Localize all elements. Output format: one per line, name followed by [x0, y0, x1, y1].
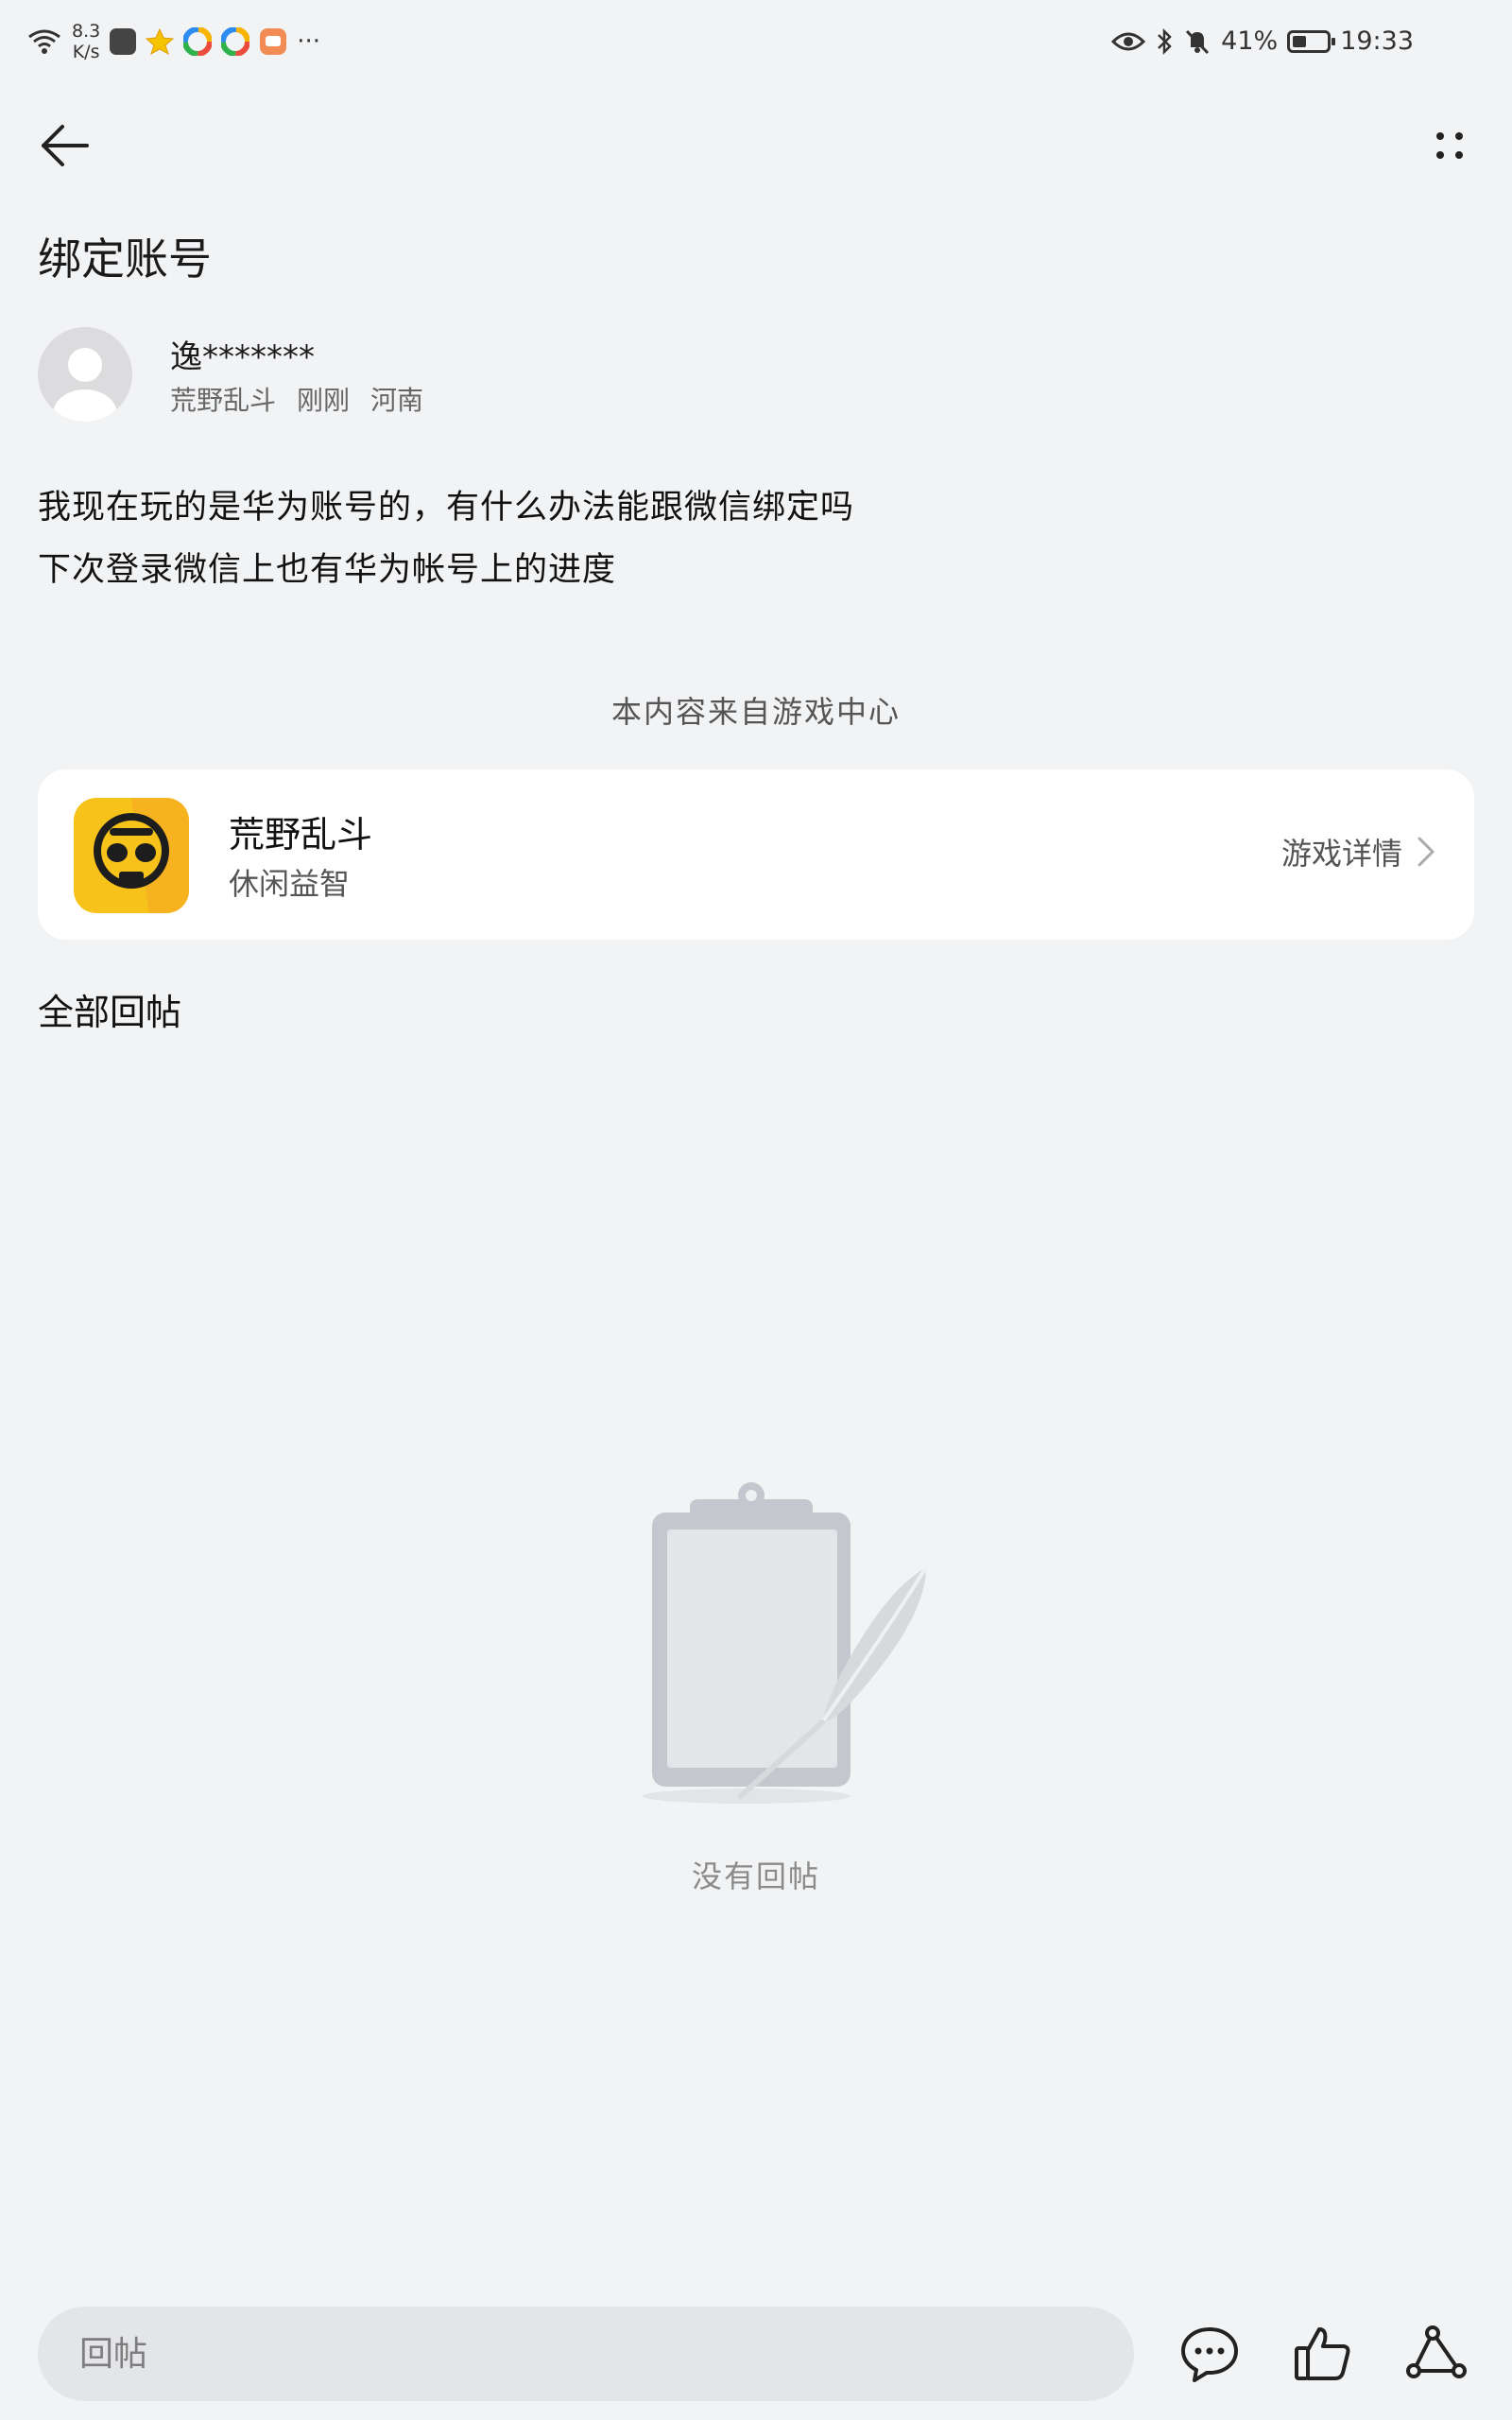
- four-dots-icon: [1436, 132, 1463, 159]
- source-note: 本内容来自游戏中心: [610, 694, 901, 730]
- network-speed: 8.3 K/s: [72, 21, 100, 62]
- share-icon: [1406, 2325, 1467, 2378]
- color-wheel-app-icon-2: [221, 27, 250, 56]
- network-speed-unit: K/s: [72, 42, 100, 62]
- status-right: 41% 19:33: [1111, 26, 1414, 56]
- user-silhouette-icon: [53, 348, 117, 422]
- color-wheel-app-icon: [183, 27, 213, 56]
- wifi-icon: [28, 29, 60, 54]
- top-nav: [0, 104, 1512, 180]
- battery-fill: [1293, 35, 1307, 47]
- bluetooth-icon: [1158, 27, 1172, 55]
- more-notifications: ···: [297, 27, 321, 56]
- reply-input[interactable]: [38, 2307, 1134, 2401]
- battery-icon: [1287, 29, 1336, 53]
- like-button[interactable]: [1291, 2322, 1355, 2386]
- star-app-icon: [146, 27, 175, 56]
- clipboard-quill-icon: [643, 1482, 928, 1804]
- arrow-left-icon: [42, 125, 89, 166]
- message-app-icon: [260, 28, 287, 55]
- game-detail-label: 游戏详情: [1280, 836, 1402, 872]
- meta-location: 河南: [370, 385, 424, 416]
- game-detail-link[interactable]: 游戏详情: [1281, 830, 1436, 873]
- status-time: 19:33: [1340, 26, 1414, 56]
- thumbs-up-icon: [1295, 2327, 1350, 2380]
- bell-muted-icon: [1186, 29, 1210, 54]
- replies-section-title: 全部回帖: [38, 992, 182, 1033]
- author-row: 逸******* 荒野乱斗 刚刚 河南: [38, 327, 888, 422]
- post-body-line: 下次登录微信上也有华为帐号上的进度: [38, 551, 617, 589]
- status-bar: 8.3 K/s ··· 41% 19:33: [0, 0, 1512, 85]
- network-speed-value: 8.3: [72, 21, 101, 42]
- back-button[interactable]: [34, 115, 94, 176]
- skull-game-logo-icon: [74, 798, 189, 913]
- game-genre: 休闲益智: [229, 866, 351, 902]
- status-left: 8.3 K/s ···: [26, 21, 320, 62]
- game-name: 荒野乱斗: [229, 814, 373, 856]
- battery-percent: 41%: [1221, 26, 1279, 56]
- game-icon: [74, 798, 189, 913]
- share-button[interactable]: [1404, 2322, 1469, 2386]
- post-title: 绑定账号: [38, 233, 212, 285]
- comment-button[interactable]: [1177, 2322, 1242, 2386]
- meta-game: 荒野乱斗: [170, 385, 277, 416]
- post-body: 我现在玩的是华为账号的，有什么办法能跟微信绑定吗 下次登录微信上也有华为帐号上的…: [38, 476, 1455, 601]
- comment-icon: [1181, 2327, 1238, 2382]
- author-meta: 荒野乱斗 刚刚 河南: [170, 380, 423, 418]
- avatar[interactable]: [38, 327, 132, 422]
- chevron-right-icon: [1418, 837, 1435, 867]
- bottom-bar: [0, 2297, 1512, 2411]
- post-body-line: 我现在玩的是华为账号的，有什么办法能跟微信绑定吗: [38, 489, 855, 527]
- empty-state-text: 没有回帖: [691, 1858, 820, 1894]
- author-name[interactable]: 逸*******: [170, 331, 315, 377]
- meta-time: 刚刚: [297, 385, 351, 416]
- game-card[interactable]: 荒野乱斗 休闲益智 游戏详情: [38, 769, 1474, 940]
- more-options-button[interactable]: [1418, 115, 1478, 176]
- huawei-store-icon: [110, 28, 137, 55]
- eye-icon: [1111, 32, 1146, 50]
